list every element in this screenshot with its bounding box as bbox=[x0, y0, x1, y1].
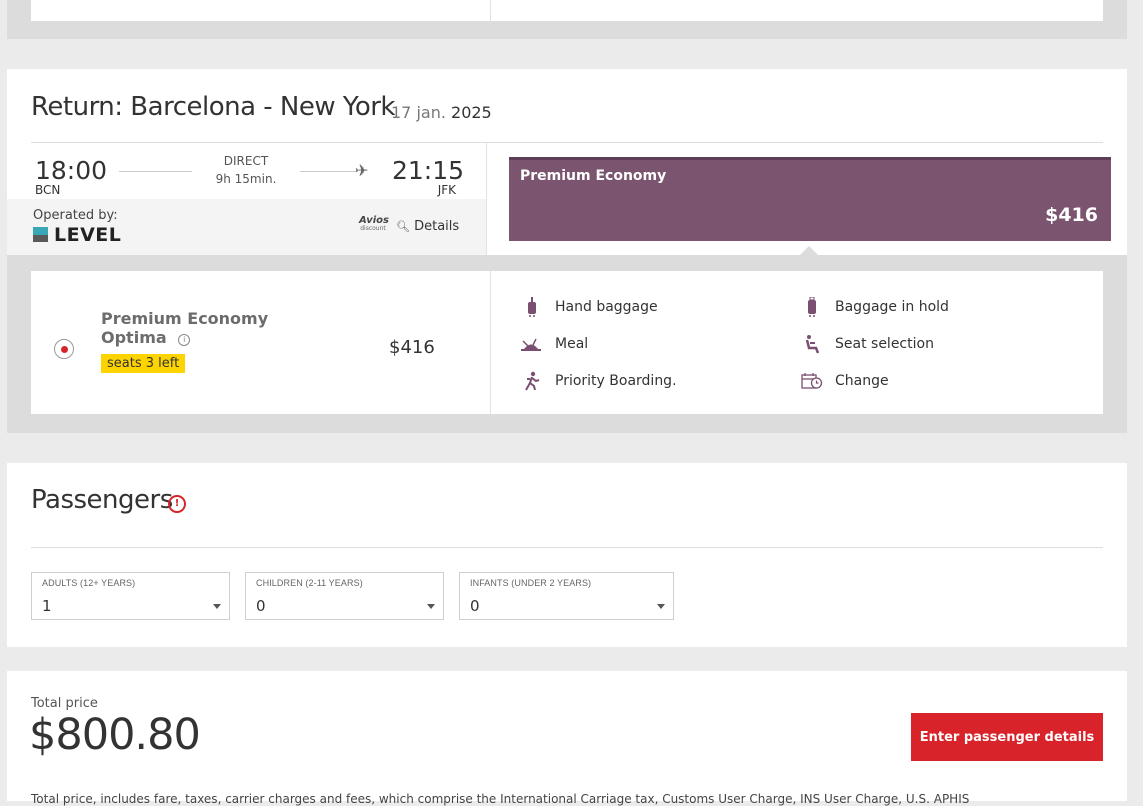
chevron-down-icon bbox=[427, 604, 435, 609]
meal-icon bbox=[520, 334, 542, 356]
cabin-pointer bbox=[800, 246, 818, 255]
hand-baggage-icon bbox=[521, 296, 543, 318]
feature-hand-baggage: Hand baggage bbox=[555, 299, 658, 315]
fare-name-line2: Optima bbox=[101, 328, 167, 347]
baggage-in-hold-icon bbox=[801, 296, 823, 318]
outbound-fare-card bbox=[31, 0, 1103, 21]
plane-icon: ✈ bbox=[355, 161, 369, 180]
route-line-left bbox=[119, 171, 192, 172]
segment-date-day: 17 jan. bbox=[391, 103, 446, 122]
avios-discount-icon: Avios discount bbox=[359, 216, 389, 232]
children-label: CHILDREN (2-11 YEARS) bbox=[256, 578, 363, 588]
feature-baggage-in-hold: Baggage in hold bbox=[835, 299, 949, 315]
operator-name: LEVEL bbox=[54, 224, 122, 246]
radio-selected-dot bbox=[61, 346, 68, 353]
cabin-premium-economy-box[interactable]: Premium Economy $416 bbox=[509, 157, 1111, 241]
search-icon: 🔍︎ bbox=[396, 220, 410, 233]
arrival-code: JFK bbox=[437, 183, 456, 197]
fare-card-divider bbox=[490, 271, 491, 414]
chevron-down-icon bbox=[657, 604, 665, 609]
adults-select[interactable]: ADULTS (12+ YEARS) 1 bbox=[31, 572, 230, 620]
feature-meal: Meal bbox=[555, 336, 589, 352]
route-line-right bbox=[300, 171, 358, 172]
seat-selection-icon bbox=[801, 333, 823, 355]
passengers-divider bbox=[31, 547, 1103, 548]
details-link[interactable]: 🔍︎ Details bbox=[396, 219, 459, 234]
passengers-title: Passengers bbox=[31, 485, 173, 515]
feature-priority-boarding: Priority Boarding. bbox=[555, 373, 677, 389]
total-price-disclaimer: Total price, includes fare, taxes, carri… bbox=[31, 792, 970, 806]
feature-change: Change bbox=[835, 373, 889, 389]
total-price-amount: $800.80 bbox=[29, 710, 201, 760]
cabin-price: $416 bbox=[1045, 204, 1098, 226]
infants-select[interactable]: INFANTS (UNDER 2 YEARS) 0 bbox=[459, 572, 674, 620]
fare-name-line1: Premium Economy bbox=[101, 309, 269, 328]
seats-left-badge: seats 3 left bbox=[101, 354, 186, 373]
passengers-info-icon[interactable]: ! bbox=[168, 495, 186, 513]
departure-time: 18:00 bbox=[35, 156, 108, 185]
change-icon bbox=[801, 370, 823, 392]
level-logo-icon bbox=[33, 227, 48, 242]
fare-price: $416 bbox=[389, 337, 435, 358]
details-label: Details bbox=[414, 219, 460, 234]
info-icon[interactable]: i bbox=[178, 334, 191, 346]
infants-value: 0 bbox=[470, 597, 480, 615]
title-divider bbox=[31, 142, 1103, 143]
cabin-name: Premium Economy bbox=[520, 168, 667, 184]
fare-radio-button[interactable] bbox=[54, 339, 74, 359]
operated-by-label: Operated by: bbox=[33, 208, 118, 223]
infants-label: INFANTS (UNDER 2 YEARS) bbox=[470, 578, 592, 588]
segment-date-year: 2025 bbox=[451, 103, 492, 122]
children-value: 0 bbox=[256, 597, 266, 615]
arrival-time: 21:15 bbox=[392, 156, 465, 185]
flight-info-divider bbox=[486, 142, 487, 255]
segment-title: Return: Barcelona - New York bbox=[31, 92, 396, 122]
fare-name: Premium Economy Optima i bbox=[101, 309, 268, 347]
flight-duration: 9h 15min. bbox=[215, 172, 277, 186]
feature-seat-selection: Seat selection bbox=[835, 336, 934, 352]
enter-passenger-details-button[interactable]: Enter passenger details bbox=[911, 713, 1103, 761]
segment-date: 17 jan. 2025 bbox=[391, 103, 492, 122]
adults-label: ADULTS (12+ YEARS) bbox=[42, 578, 136, 588]
avios-discount-text: discount bbox=[360, 225, 386, 232]
total-price-label: Total price bbox=[31, 696, 98, 711]
priority-boarding-icon bbox=[521, 370, 543, 392]
flight-type: DIRECT bbox=[223, 154, 269, 168]
chevron-down-icon bbox=[213, 604, 221, 609]
adults-value: 1 bbox=[42, 597, 52, 615]
children-select[interactable]: CHILDREN (2-11 YEARS) 0 bbox=[245, 572, 444, 620]
outbound-divider bbox=[490, 0, 491, 21]
departure-code: BCN bbox=[35, 183, 61, 197]
